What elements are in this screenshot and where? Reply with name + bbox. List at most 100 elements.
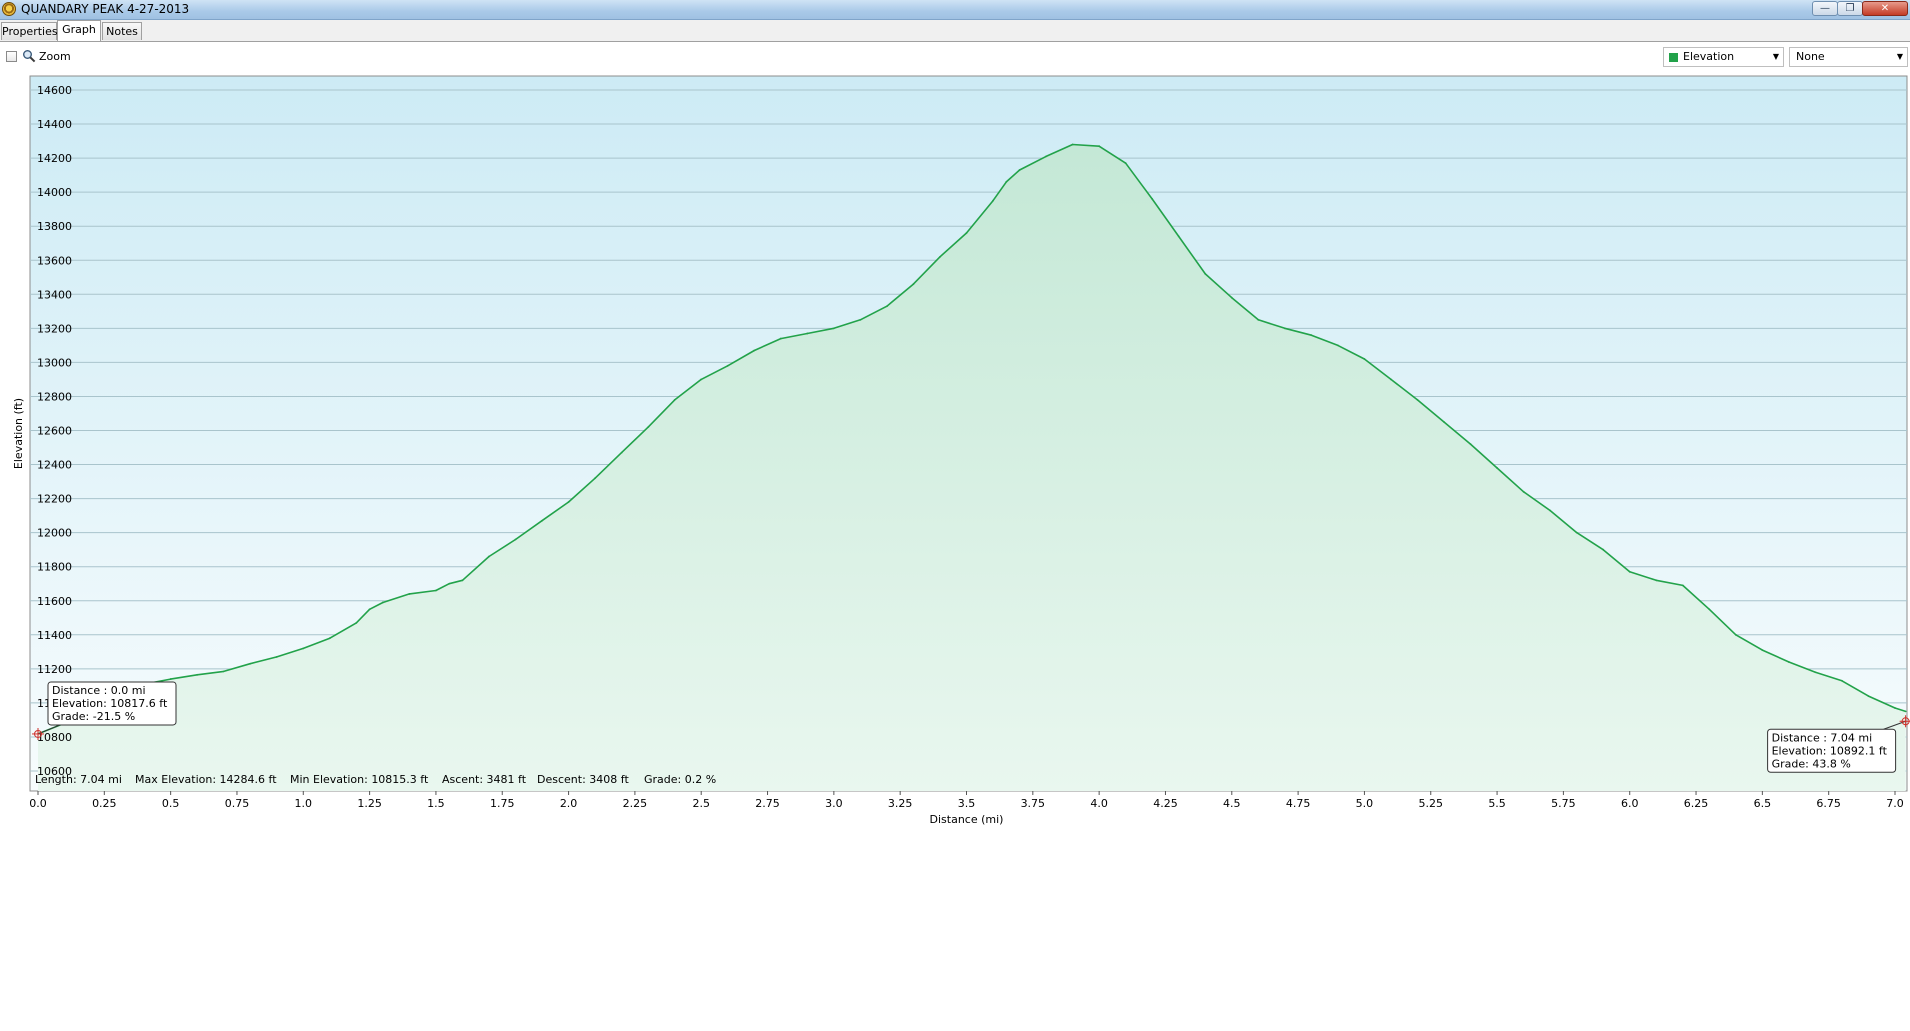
data-point xyxy=(1124,162,1127,165)
x-tick-label: 6.25 xyxy=(1684,797,1709,810)
data-point xyxy=(1814,671,1817,674)
y-tick-label: 14200 xyxy=(37,152,72,165)
zoom-label: Zoom xyxy=(39,50,71,63)
x-tick-label: 3.75 xyxy=(1021,797,1046,810)
elevation-chart: 1060010800110001120011400116001180012000… xyxy=(12,75,1910,826)
chevron-down-icon: ▼ xyxy=(1772,52,1779,61)
data-point xyxy=(1310,334,1313,337)
data-point xyxy=(1151,198,1154,200)
x-tick-label: 2.25 xyxy=(623,797,648,810)
secondary-series-value: None xyxy=(1796,50,1825,63)
data-point xyxy=(169,678,172,680)
y-tick-label: 11200 xyxy=(37,663,72,676)
data-point xyxy=(196,673,199,676)
magnifier-icon xyxy=(23,50,36,63)
tooltip-line: Distance : 0.0 mi xyxy=(52,684,146,697)
tab-properties[interactable]: Properties xyxy=(1,22,58,40)
x-tick-label: 6.75 xyxy=(1816,797,1841,810)
data-point xyxy=(620,451,623,454)
tab-graph[interactable]: Graph xyxy=(57,20,101,41)
data-point xyxy=(1204,272,1207,275)
app-logo-icon xyxy=(2,2,16,16)
y-tick-label: 11600 xyxy=(37,595,72,608)
data-point xyxy=(541,519,543,522)
data-point xyxy=(488,555,490,558)
data-point xyxy=(1708,608,1711,611)
stat-max-elevation: Max Elevation: 14284.6 ft xyxy=(135,773,277,786)
data-point xyxy=(1681,584,1684,587)
data-point xyxy=(1390,378,1392,381)
x-tick-label: 1.25 xyxy=(357,797,382,810)
y-tick-label: 12800 xyxy=(37,390,72,403)
data-point xyxy=(1841,679,1843,682)
minimize-button[interactable]: — xyxy=(1812,1,1838,16)
data-point xyxy=(965,232,968,234)
data-point xyxy=(1628,570,1631,573)
y-tick-label: 12600 xyxy=(37,425,72,438)
data-point xyxy=(1257,318,1260,321)
y-axis-title: Elevation (ft) xyxy=(12,398,25,469)
x-tick-label: 2.0 xyxy=(560,797,578,810)
data-point xyxy=(1230,296,1233,299)
y-tick-label: 12200 xyxy=(37,493,72,506)
x-tick-label: 6.0 xyxy=(1621,797,1639,810)
data-point xyxy=(1655,579,1658,582)
y-tick-label: 14000 xyxy=(37,186,72,199)
x-tick-label: 3.5 xyxy=(958,797,976,810)
data-point xyxy=(939,255,941,258)
x-tick-label: 0.75 xyxy=(225,797,250,810)
data-point xyxy=(1443,421,1445,423)
data-point xyxy=(886,305,888,308)
data-point xyxy=(753,349,756,352)
x-tick-label: 6.5 xyxy=(1754,797,1772,810)
y-axis-ticks: 1060010800110001120011400116001180012000… xyxy=(37,84,72,778)
primary-series-value: Elevation xyxy=(1683,50,1735,63)
data-point xyxy=(1005,181,1008,183)
x-tick-label: 0.25 xyxy=(92,797,117,810)
data-point xyxy=(355,621,358,624)
y-tick-label: 11800 xyxy=(37,561,72,574)
x-tick-label: 5.5 xyxy=(1488,797,1506,810)
x-tick-label: 3.0 xyxy=(825,797,843,810)
stat-grade: Grade: 0.2 % xyxy=(644,773,716,786)
data-point xyxy=(567,501,570,503)
stat-ascent: Ascent: 3481 ft xyxy=(442,773,527,786)
x-axis-ticks: 0.0 0.25 0.5 0.75 1.0 1.25 1.5 1.75 2.0 2.25 2.5 2.… xyxy=(29,791,1904,810)
x-tick-label: 1.75 xyxy=(490,797,515,810)
y-tick-label: 12000 xyxy=(37,527,72,540)
title-bar: QUANDARY PEAK 4-27-2013 — ❐ ✕ xyxy=(0,0,1910,20)
y-tick-label: 13000 xyxy=(37,356,72,369)
maximize-button[interactable]: ❐ xyxy=(1837,1,1863,16)
y-tick-label: 13200 xyxy=(37,322,72,335)
x-tick-label: 4.75 xyxy=(1286,797,1311,810)
data-point xyxy=(1787,661,1790,663)
secondary-series-select[interactable]: None ▼ xyxy=(1789,47,1908,67)
tooltip-line: Elevation: 10892.1 ft xyxy=(1772,744,1888,757)
data-point xyxy=(1904,710,1907,713)
graph-toolbar: Zoom Elevation ▼ None ▼ xyxy=(0,42,1910,73)
data-point xyxy=(1575,531,1578,534)
data-point xyxy=(461,579,464,582)
data-point xyxy=(222,670,225,673)
y-tick-label: 13800 xyxy=(37,220,72,233)
stats-summary: Length: 7.04 mi Max Elevation: 14284.6 f… xyxy=(35,773,716,786)
tab-strip: Properties Graph Notes xyxy=(0,20,1910,42)
data-point xyxy=(514,538,517,541)
stat-descent: Descent: 3408 ft xyxy=(537,773,629,786)
tooltip-line: Grade: -21.5 % xyxy=(52,710,135,723)
x-tick-label: 0.5 xyxy=(162,797,180,810)
data-point xyxy=(594,477,596,480)
y-tick-label: 12400 xyxy=(37,459,72,472)
data-point xyxy=(408,593,411,595)
data-point xyxy=(1098,145,1101,148)
tab-notes[interactable]: Notes xyxy=(102,22,142,40)
close-button[interactable]: ✕ xyxy=(1862,1,1908,16)
x-tick-label: 3.25 xyxy=(888,797,913,810)
data-point xyxy=(806,332,809,335)
data-point xyxy=(647,426,650,428)
x-tick-label: 5.0 xyxy=(1356,797,1374,810)
primary-series-select[interactable]: Elevation ▼ xyxy=(1663,47,1784,67)
data-point xyxy=(1337,344,1339,347)
zoom-checkbox[interactable] xyxy=(6,51,17,62)
x-tick-label: 4.5 xyxy=(1223,797,1241,810)
